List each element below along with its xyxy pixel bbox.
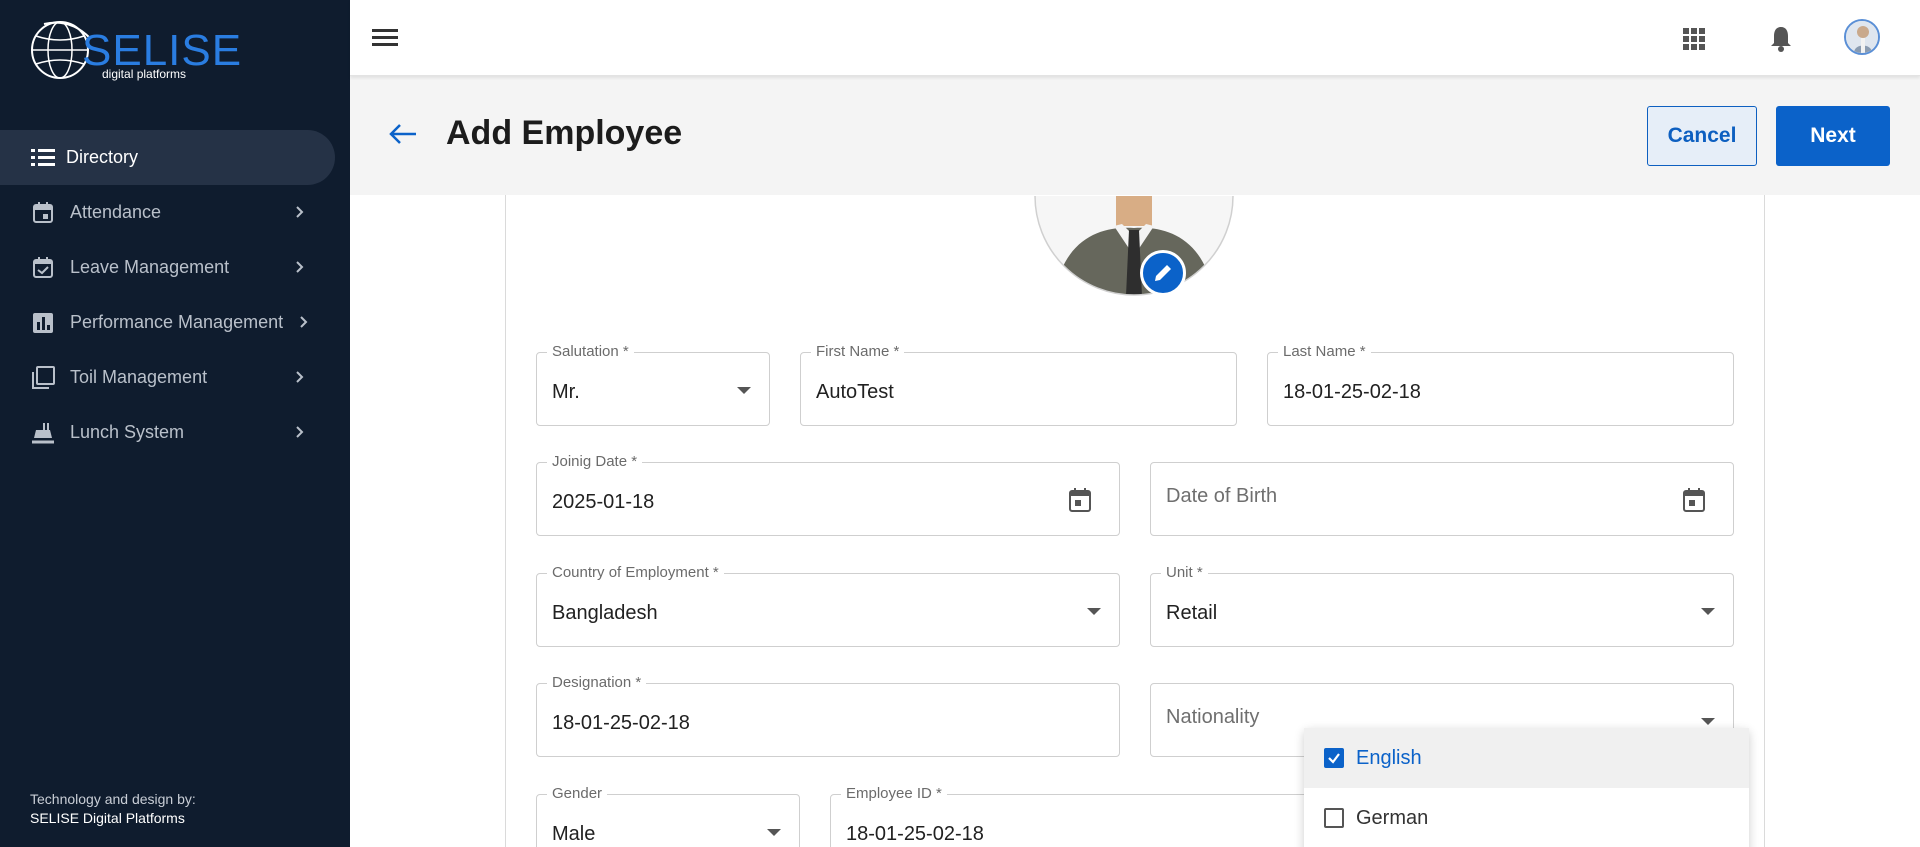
language-dropdown-menu: English German	[1304, 728, 1749, 847]
sidebar-item-performance-management[interactable]: Performance Management	[0, 295, 350, 350]
chevron-right-icon	[296, 371, 304, 383]
sidebar-item-label: Toil Management	[70, 367, 208, 387]
credit-line: Technology and design by:	[30, 791, 196, 807]
list-icon	[30, 145, 56, 171]
edit-photo-button[interactable]	[1140, 250, 1186, 296]
salutation-select[interactable]: Salutation * Mr.	[536, 343, 770, 426]
designation-value: 18-01-25-02-18	[552, 712, 690, 734]
page-title: Add Employee	[446, 114, 683, 152]
employee-id-label: Employee ID *	[841, 785, 947, 802]
employee-id-value: 18-01-25-02-18	[846, 823, 984, 845]
bell-icon[interactable]	[1768, 24, 1794, 52]
country-value: Bangladesh	[552, 602, 658, 624]
sidebar-item-label: Performance Management	[70, 312, 284, 332]
dropdown-option[interactable]: German	[1304, 788, 1749, 847]
joining-date-label: Joinig Date *	[547, 453, 643, 470]
sidebar-nav: Directory Attendance Leave Management Pe…	[0, 130, 350, 460]
first-name-label: First Name *	[811, 343, 905, 360]
selise-logo[interactable]: SELISE digital platforms	[30, 14, 241, 86]
last-name-label: Last Name *	[1278, 343, 1371, 360]
gender-value: Male	[552, 823, 596, 845]
designation-field[interactable]: Designation * 18-01-25-02-18	[536, 674, 1120, 757]
gender-select[interactable]: Gender Male	[536, 785, 800, 847]
calendar-check-icon	[30, 255, 56, 281]
gender-label: Gender	[547, 785, 608, 802]
back-arrow-icon[interactable]	[388, 122, 418, 146]
menu-icon[interactable]	[372, 26, 398, 48]
dropdown-arrow-icon	[1701, 718, 1715, 725]
dropdown-arrow-icon	[737, 387, 751, 394]
unit-label: Unit *	[1161, 564, 1208, 581]
dropdown-arrow-icon	[767, 829, 781, 836]
sidebar-item-label: Directory	[66, 147, 139, 167]
user-avatar-icon	[1846, 21, 1878, 53]
joining-date-field[interactable]: Joinig Date * 2025-01-18	[536, 453, 1120, 536]
checkbox-unchecked-icon[interactable]	[1324, 808, 1344, 828]
top-bar	[350, 0, 1920, 76]
country-of-employment-select[interactable]: Country of Employment * Bangladesh	[536, 564, 1120, 647]
first-name-field[interactable]: First Name * AutoTest	[800, 343, 1237, 426]
next-button[interactable]: Next	[1776, 106, 1890, 166]
country-label: Country of Employment *	[547, 564, 724, 581]
logo-subtitle: digital platforms	[102, 67, 187, 81]
page-header: Add Employee Cancel Next	[350, 76, 1920, 195]
last-name-value: 18-01-25-02-18	[1283, 381, 1421, 403]
bar-chart-icon	[30, 310, 56, 336]
unit-select[interactable]: Unit * Retail	[1150, 564, 1734, 647]
date-of-birth-placeholder: Date of Birth	[1166, 485, 1278, 507]
option-label: English	[1356, 746, 1422, 769]
chevron-right-icon	[296, 261, 304, 273]
profile-photo	[1034, 196, 1234, 296]
dropdown-arrow-icon	[1087, 608, 1101, 615]
chevron-right-icon	[296, 206, 304, 218]
food-icon	[30, 420, 56, 446]
sidebar: SELISE digital platforms Directory Atten…	[0, 0, 350, 847]
option-label: German	[1356, 806, 1429, 829]
apps-grid-icon[interactable]	[1682, 27, 1706, 51]
checkbox-checked-icon[interactable]	[1324, 748, 1344, 768]
credit-company: SELISE Digital Platforms	[30, 810, 185, 826]
pencil-icon	[1155, 265, 1171, 281]
sidebar-item-label: Leave Management	[70, 257, 230, 277]
sidebar-item-leave-management[interactable]: Leave Management	[0, 240, 350, 295]
cancel-button[interactable]: Cancel	[1647, 106, 1757, 166]
designation-label: Designation *	[547, 674, 647, 691]
date-of-birth-field[interactable]: Date of Birth	[1150, 462, 1734, 536]
sidebar-item-attendance[interactable]: Attendance	[0, 185, 350, 240]
chevron-right-icon	[296, 426, 304, 438]
copy-icon	[30, 365, 56, 391]
salutation-label: Salutation *	[547, 343, 634, 360]
calendar-icon[interactable]	[1682, 487, 1706, 513]
chevron-right-icon	[300, 316, 308, 328]
nationality-placeholder: Nationality	[1166, 706, 1260, 728]
sidebar-item-lunch-system[interactable]: Lunch System	[0, 405, 350, 460]
sidebar-item-label: Lunch System	[70, 422, 185, 442]
calendar-icon[interactable]	[1068, 487, 1092, 513]
footer-credit: Technology and design by: SELISE Digital…	[30, 790, 196, 828]
sidebar-item-toil-management[interactable]: Toil Management	[0, 350, 350, 405]
first-name-value: AutoTest	[816, 381, 894, 403]
profile-photo-image	[1034, 196, 1234, 296]
sidebar-item-directory[interactable]: Directory	[0, 130, 335, 185]
joining-date-value: 2025-01-18	[552, 491, 655, 513]
last-name-field[interactable]: Last Name * 18-01-25-02-18	[1267, 343, 1734, 426]
avatar[interactable]	[1844, 19, 1880, 55]
dropdown-option[interactable]: English	[1304, 728, 1749, 788]
dropdown-arrow-icon	[1701, 608, 1715, 615]
salutation-value: Mr.	[552, 381, 580, 403]
unit-value: Retail	[1166, 602, 1218, 624]
employee-id-field[interactable]: Employee ID * 18-01-25-02-18	[830, 785, 1330, 847]
calendar-icon	[30, 200, 56, 226]
sidebar-item-label: Attendance	[70, 202, 162, 222]
